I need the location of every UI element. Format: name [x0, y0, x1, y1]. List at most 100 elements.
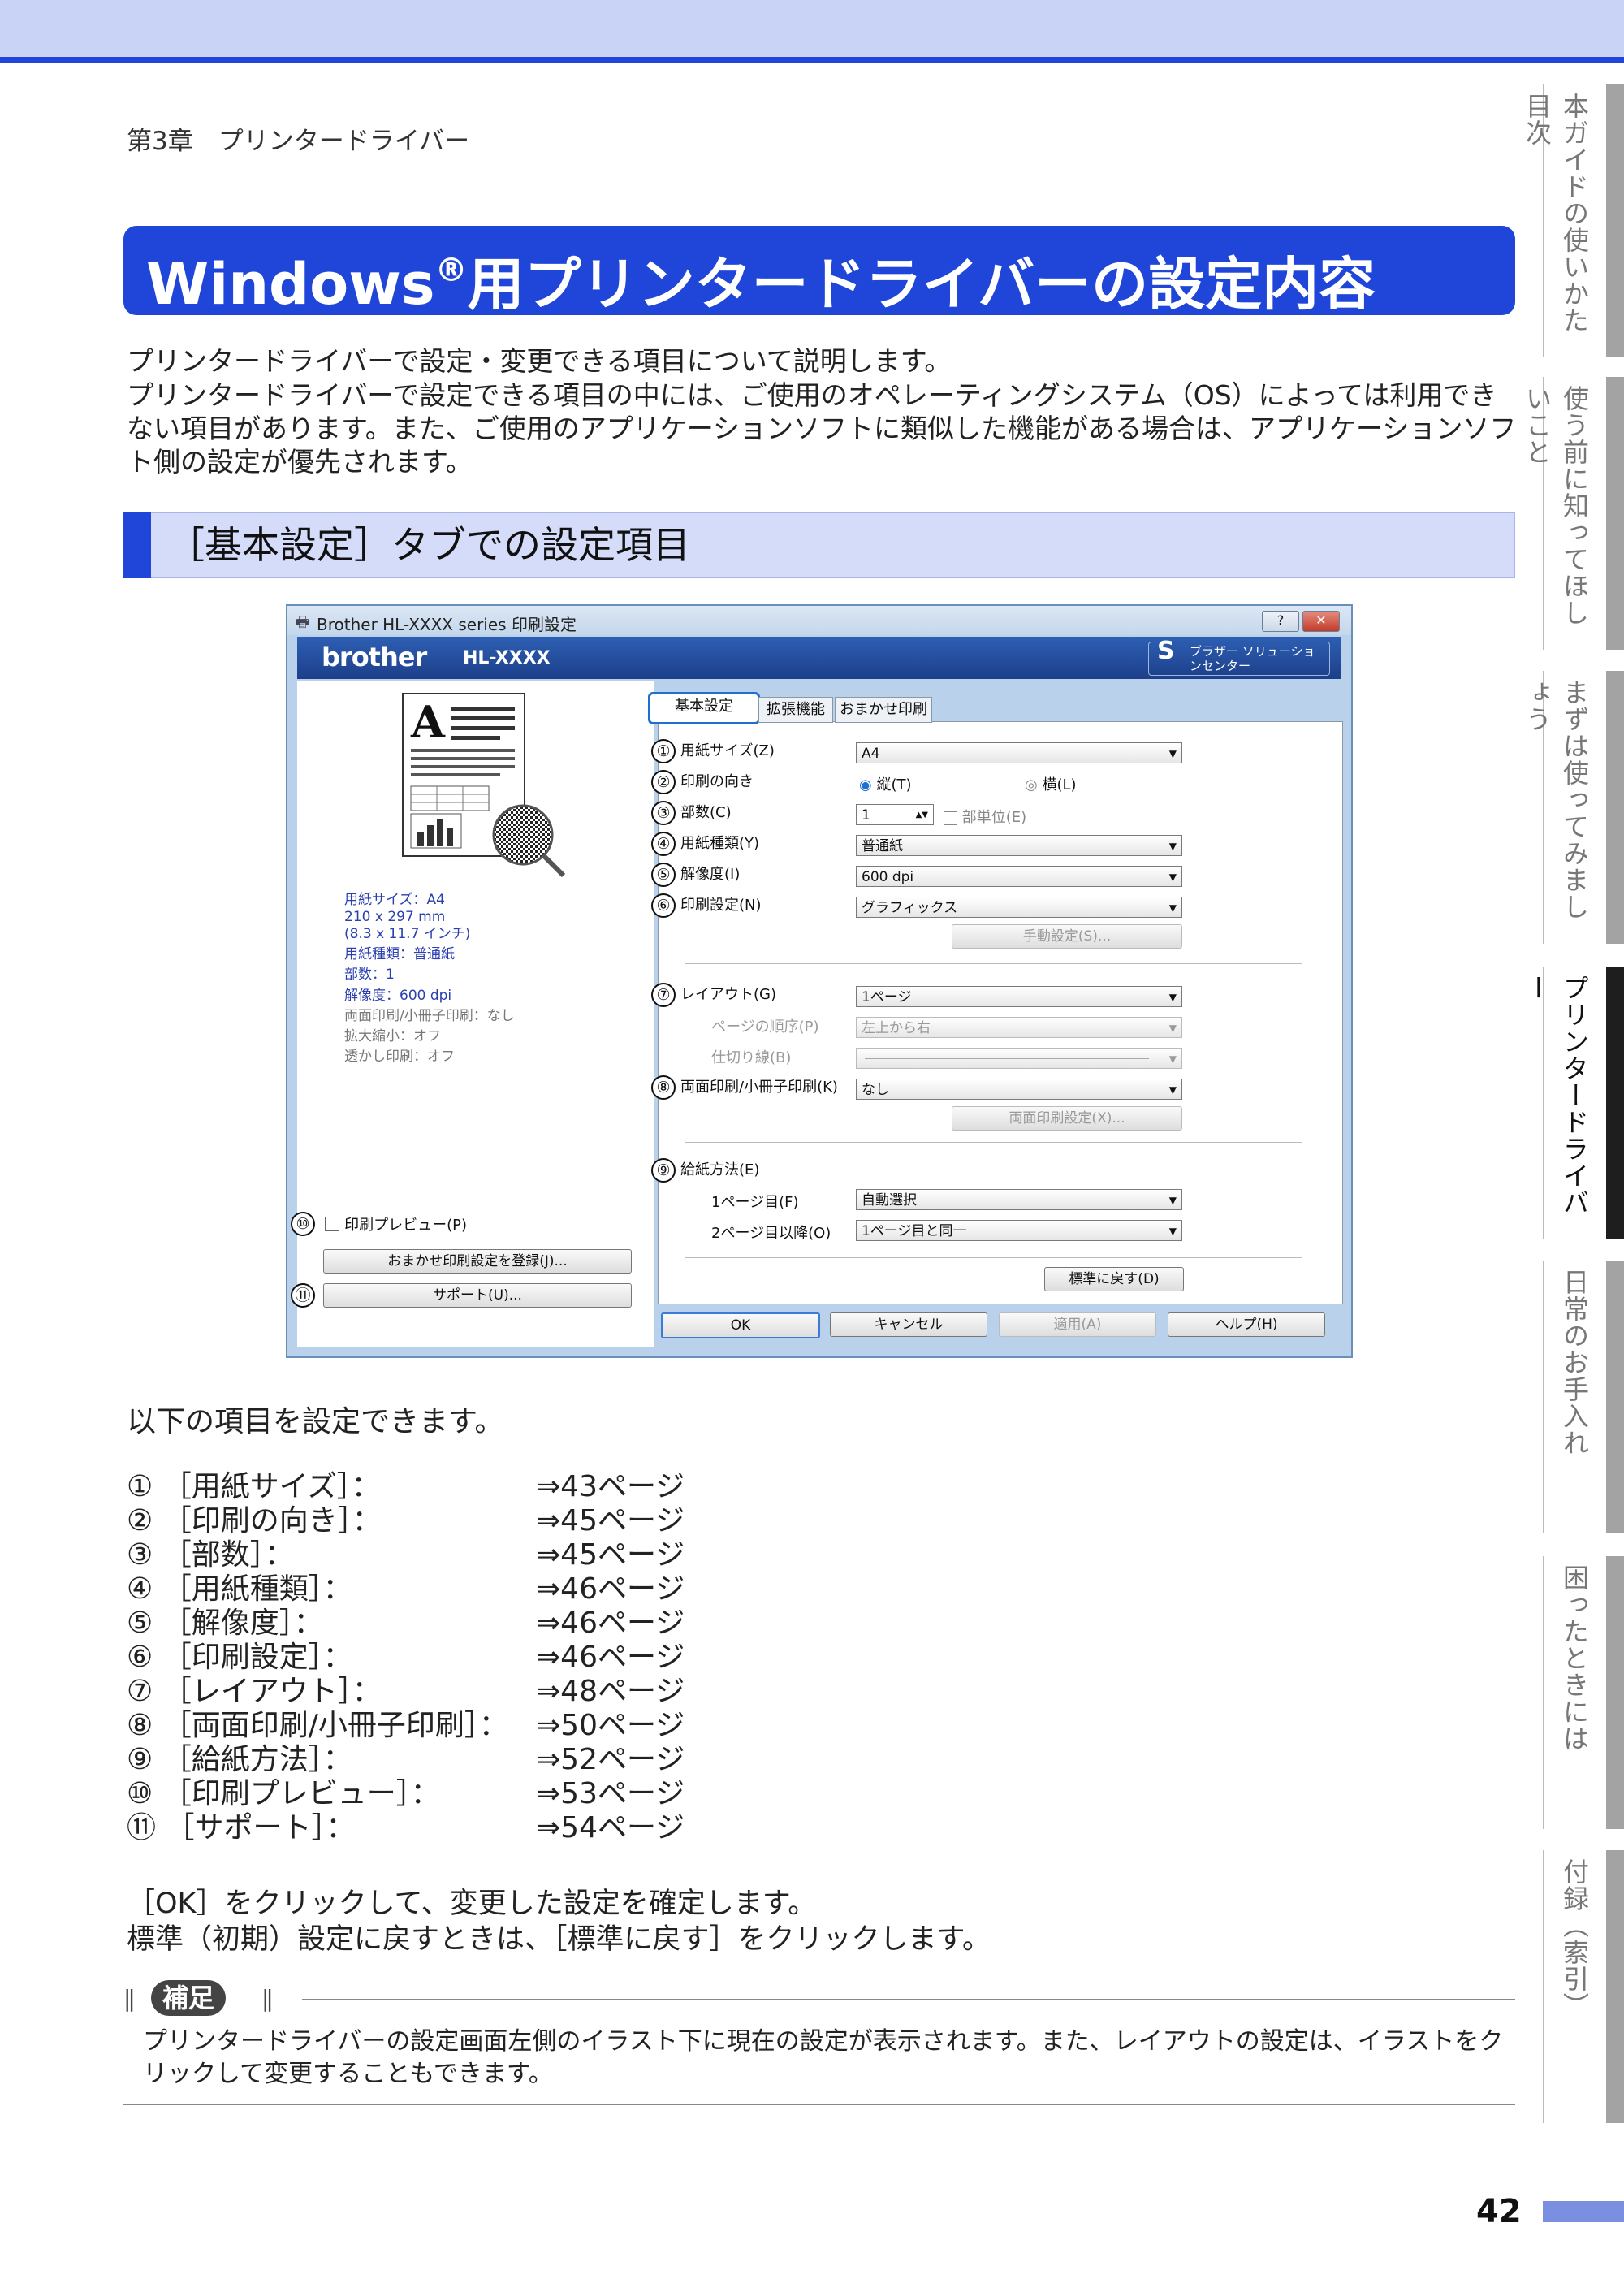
copies-text: 部数(C)	[680, 804, 732, 821]
list-item-label: ⑥ ［印刷設定］：	[127, 1641, 352, 1674]
info-media-type: 用紙種類：普通紙	[344, 946, 455, 962]
note-badge: || 補足 ||	[123, 1980, 296, 2016]
other-pages-value: 1ページ目と同一	[862, 1223, 967, 1239]
collate-checkbox[interactable]	[944, 811, 957, 825]
list-item-ref[interactable]: ⇒46ページ	[536, 1572, 685, 1607]
callout-8: ⑧	[651, 1075, 676, 1100]
first-page-select[interactable]: 自動選択 ▼	[856, 1189, 1182, 1210]
resolution-select[interactable]: 600 dpi ▼	[856, 866, 1182, 887]
print-settings-text: 印刷設定(N)	[680, 897, 762, 914]
list-item-ref[interactable]: ⇒48ページ	[536, 1675, 685, 1709]
title-rest: 用プリンタードライバーの設定内容	[467, 251, 1376, 318]
chevron-down-icon: ▼	[1168, 1053, 1177, 1065]
apply-button[interactable]: 適用(A)	[999, 1312, 1156, 1337]
page-order-select[interactable]: 左上から右 ▼	[856, 1017, 1182, 1038]
list-item-ref[interactable]: ⇒43ページ	[536, 1470, 685, 1504]
layout-value: 1ページ	[862, 989, 912, 1005]
resolution-label: ⑤ 解像度(I)	[651, 863, 740, 887]
side-tab-label: 本ガイドの使いかた目次	[1522, 93, 1590, 334]
side-tab-before-use[interactable]: 使う前に知ってほしいこと	[1522, 377, 1624, 650]
media-type-value: 普通紙	[862, 838, 903, 854]
layout-select[interactable]: 1ページ ▼	[856, 986, 1182, 1007]
paper-size-label: ① 用紙サイズ(Z)	[651, 739, 775, 763]
solutions-logo-icon: S	[1157, 637, 1175, 665]
side-tab-maintenance[interactable]: 日常のお手入れ	[1543, 1261, 1624, 1533]
media-type-text: 用紙種類(Y)	[680, 835, 760, 852]
tab-basic[interactable]: 基本設定	[648, 692, 760, 724]
info-duplex: 両面印刷/小冊子印刷：なし	[344, 1008, 515, 1024]
paper-size-select[interactable]: A4 ▼	[856, 742, 1182, 763]
driver-dialog-screenshot: 🖶 Brother HL-XXXX series 印刷設定 ? ✕ brothe…	[286, 604, 1353, 1358]
close-title-button[interactable]: ✕	[1302, 611, 1340, 632]
side-tab-troubleshooting[interactable]: 困ったときには	[1543, 1556, 1624, 1829]
solutions-center-button[interactable]: S ブラザー ソリューションセンター	[1148, 637, 1330, 676]
list-item-ref[interactable]: ⇒45ページ	[536, 1538, 685, 1572]
copies-input[interactable]: 1 ▲▼	[856, 804, 934, 825]
list-item-ref[interactable]: ⇒52ページ	[536, 1743, 685, 1777]
restore-default-button[interactable]: 標準に戻す(D)	[1044, 1267, 1184, 1291]
collate-option[interactable]: 部単位(E)	[944, 806, 1026, 827]
side-tab-try-it[interactable]: まずは使ってみましょう	[1522, 671, 1624, 944]
help-button[interactable]: ヘルプ(H)	[1168, 1312, 1325, 1337]
paper-size-text: 用紙サイズ(Z)	[680, 742, 775, 759]
help-title-button[interactable]: ?	[1262, 611, 1299, 632]
preview-checkbox[interactable]	[325, 1217, 340, 1231]
side-tab-printer-driver[interactable]: プリンタードライバー	[1522, 967, 1624, 1239]
media-type-select[interactable]: 普通紙 ▼	[856, 835, 1182, 856]
list-item-ref[interactable]: ⇒46ページ	[536, 1607, 685, 1641]
tab-quick-print[interactable]: おまかせ印刷	[835, 697, 932, 723]
border-line-select[interactable]: ▼	[856, 1048, 1182, 1069]
print-settings-label: ⑥ 印刷設定(N)	[651, 893, 762, 918]
callout-7: ⑦	[651, 983, 676, 1007]
print-settings-select[interactable]: グラフィックス ▼	[856, 897, 1182, 918]
title-registered-mark: ®	[434, 252, 468, 289]
cancel-button[interactable]: キャンセル	[830, 1312, 987, 1337]
note-text: プリンタードライバーの設定画面左側のイラスト下に現在の設定が表示されます。また、…	[143, 2027, 1504, 2088]
chevron-down-icon: ▼	[1168, 871, 1177, 883]
callout-2: ②	[651, 770, 676, 794]
preview-option: ⑩ 印刷プレビュー(P)	[291, 1212, 467, 1236]
section-heading: ［基本設定］タブでの設定項目	[167, 523, 690, 567]
divider	[685, 1142, 1302, 1143]
page-number: 42	[1476, 2193, 1522, 2230]
dialog-title: Brother HL-XXXX series 印刷設定	[317, 615, 577, 634]
duplex-select[interactable]: なし ▼	[856, 1079, 1182, 1100]
side-tab-guide-contents[interactable]: 本ガイドの使いかた目次	[1522, 84, 1624, 357]
top-band	[0, 0, 1624, 57]
info-paper-size: 用紙サイズ：A4	[344, 892, 445, 908]
print-settings-value: グラフィックス	[862, 900, 958, 916]
border-line-label: 仕切り線(B)	[711, 1049, 792, 1066]
list-item-ref[interactable]: ⇒46ページ	[536, 1641, 685, 1675]
callout-4: ④	[651, 832, 676, 856]
list-item-ref[interactable]: ⇒45ページ	[536, 1504, 685, 1538]
layout-preview-illustration[interactable]: A	[401, 692, 572, 879]
duplex-settings-button[interactable]: 両面印刷設定(X)...	[952, 1106, 1182, 1131]
list-item-ref[interactable]: ⇒53ページ	[536, 1777, 685, 1811]
side-tab-appendix[interactable]: 付録（索引）	[1543, 1850, 1624, 2123]
chevron-down-icon: ▼	[1168, 1084, 1177, 1096]
top-rule	[0, 57, 1624, 63]
portrait-label: 縦(T)	[876, 776, 912, 794]
orientation-label: ② 印刷の向き	[651, 770, 754, 794]
tab-advanced[interactable]: 拡張機能	[758, 697, 833, 723]
list-item-ref[interactable]: ⇒50ページ	[536, 1709, 685, 1743]
list-item-label: ⑩ ［印刷プレビュー］：	[127, 1777, 440, 1810]
manual-settings-button[interactable]: 手動設定(S)...	[952, 924, 1182, 949]
first-page-label: 1ページ目(F)	[711, 1194, 799, 1211]
landscape-option[interactable]: ◎ 横(L)	[1025, 773, 1077, 794]
list-item-label: ② ［印刷の向き］：	[127, 1504, 382, 1537]
other-pages-select[interactable]: 1ページ目と同一 ▼	[856, 1220, 1182, 1241]
list-item-ref[interactable]: ⇒54ページ	[536, 1811, 685, 1845]
info-dimensions-inch: (8.3 x 11.7 インチ)	[344, 926, 471, 942]
support-button[interactable]: サポート(U)...	[323, 1283, 632, 1308]
callout-11: ⑪	[291, 1283, 315, 1308]
copies-value: 1	[862, 807, 870, 824]
register-quick-print-button[interactable]: おまかせ印刷設定を登録(J)...	[323, 1249, 632, 1274]
line-sample	[865, 1058, 1149, 1059]
copies-label: ③ 部数(C)	[651, 801, 732, 825]
ok-button[interactable]: OK	[661, 1312, 820, 1338]
divider	[685, 963, 1302, 964]
side-tab-label: 使う前に知ってほしいこと	[1522, 385, 1590, 626]
portrait-option[interactable]: ◉ 縦(T)	[859, 773, 912, 794]
info-scaling: 拡大縮小：オフ	[344, 1028, 441, 1044]
